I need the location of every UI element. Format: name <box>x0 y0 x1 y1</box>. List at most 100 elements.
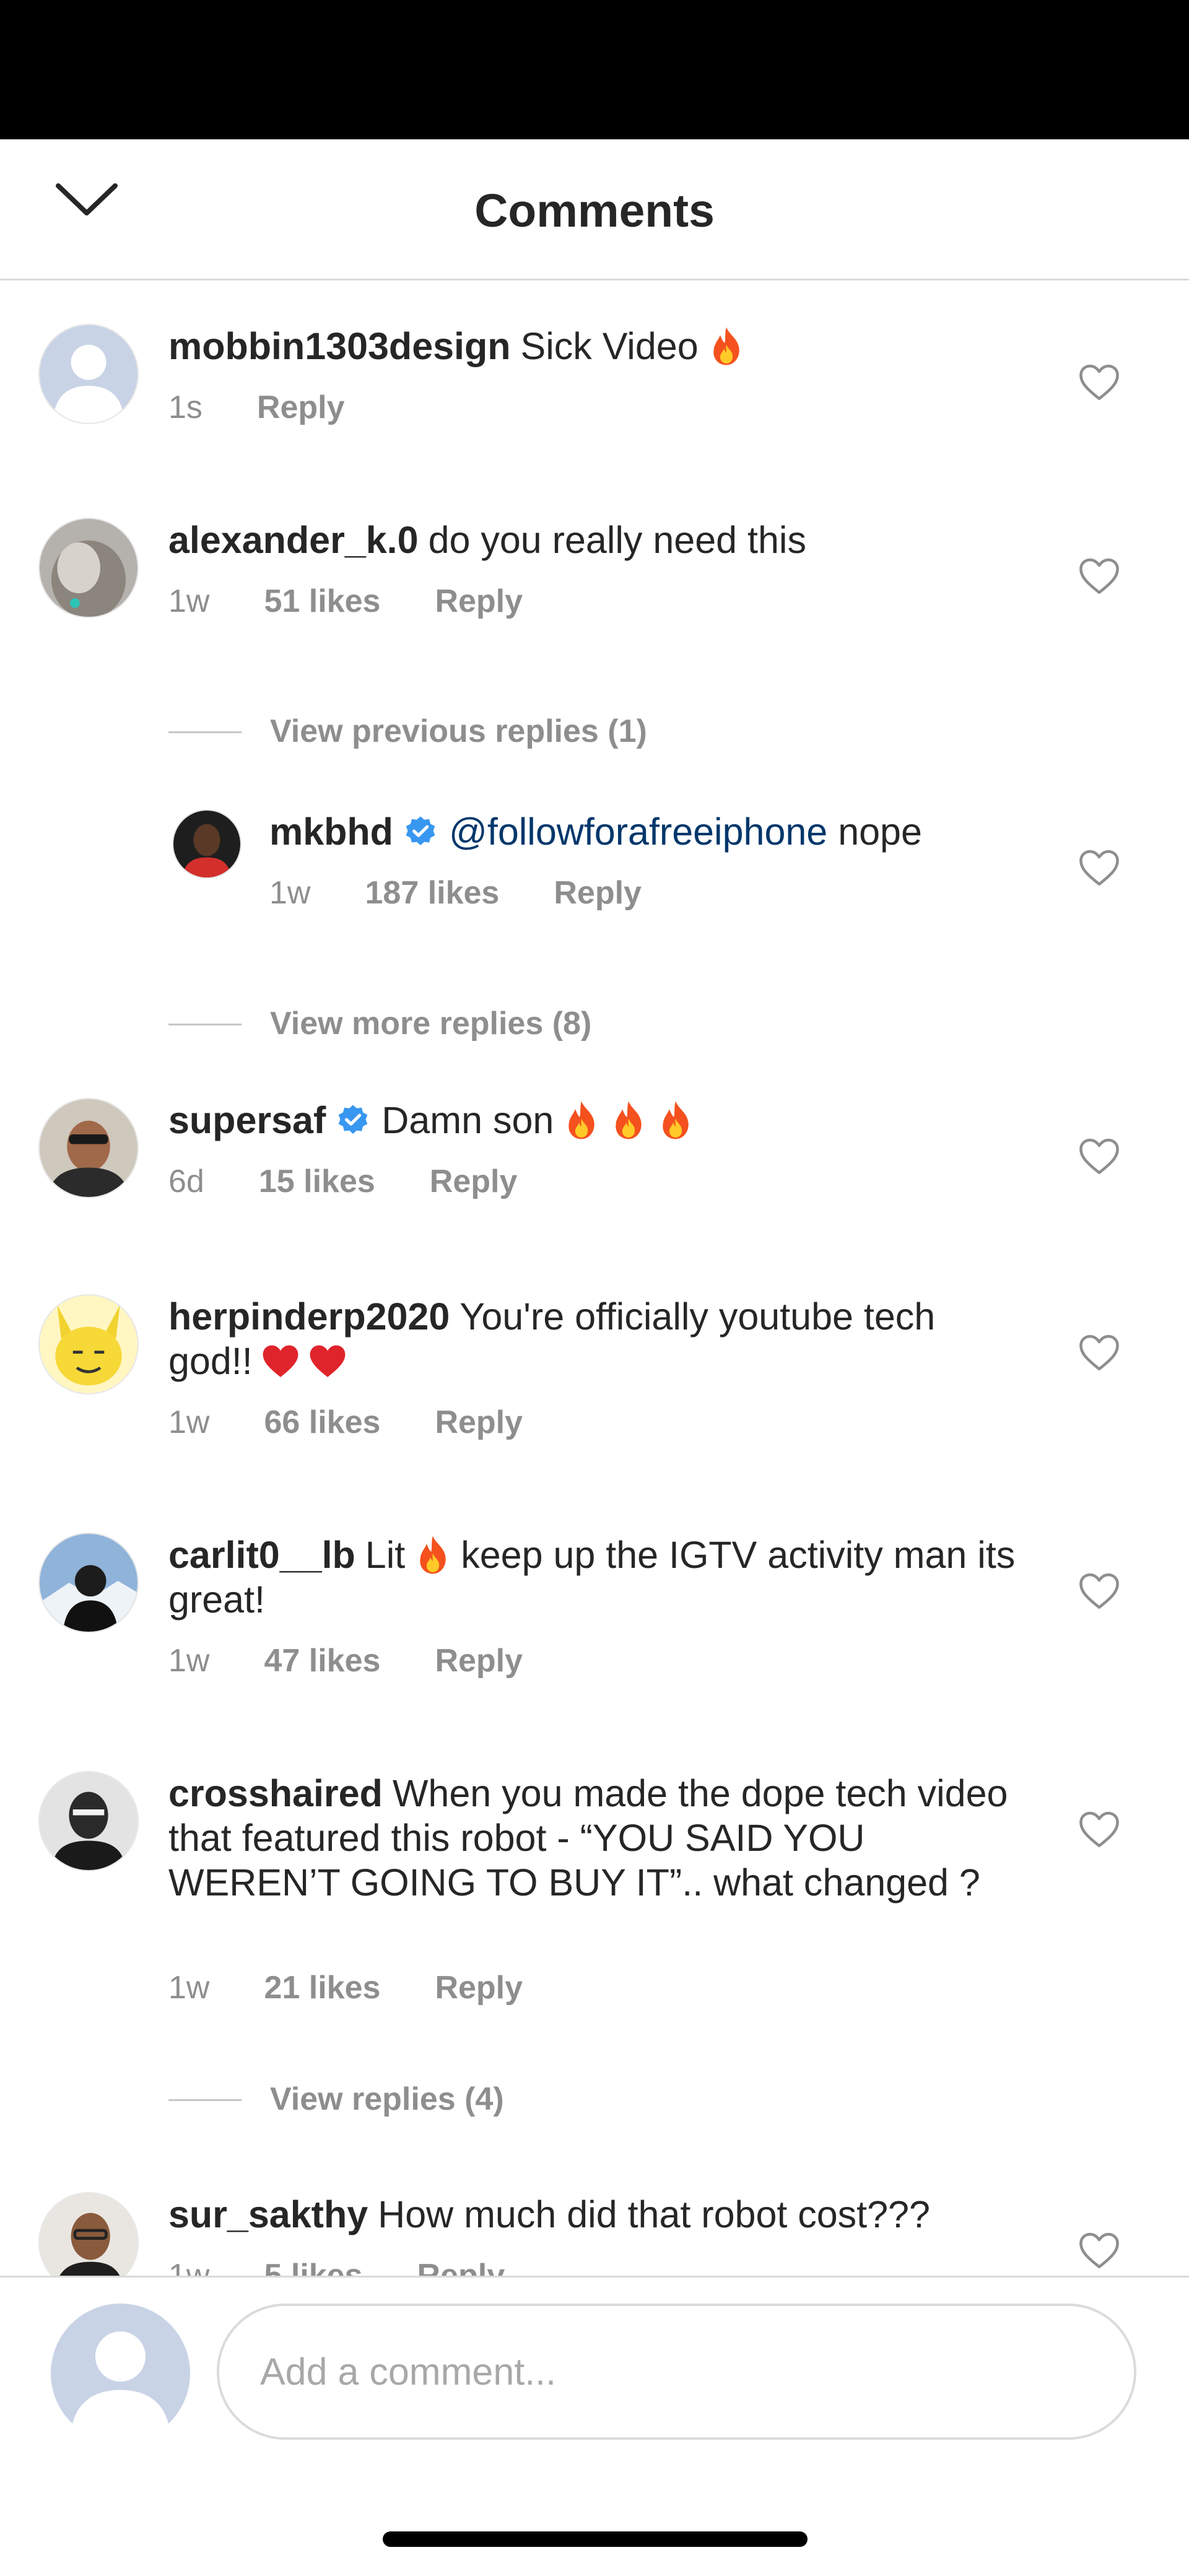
heart-outline-icon[interactable] <box>1078 1137 1121 1175</box>
avatar[interactable] <box>38 518 139 618</box>
heart-outline-icon[interactable] <box>1078 1810 1121 1848</box>
default-avatar-icon <box>51 2304 190 2443</box>
comment-likes[interactable]: 47 likes <box>264 1642 380 1679</box>
default-avatar-icon <box>40 325 137 423</box>
thread-divider <box>168 1024 242 1025</box>
comment-time: 1w <box>168 1404 210 1440</box>
mention-link[interactable]: @followforafreeiphone <box>449 811 827 853</box>
home-indicator[interactable] <box>383 2531 808 2547</box>
reply-button[interactable]: Reply <box>435 1969 523 2006</box>
view-previous-replies[interactable]: View previous replies (1) <box>168 713 726 750</box>
comment-username[interactable]: alexander_k.0 <box>168 519 419 561</box>
comment-meta: 1w 187 likes Reply <box>269 874 642 912</box>
user-photo <box>40 1534 137 1632</box>
status-bar <box>0 0 1189 139</box>
comment-meta: 1s Reply <box>168 389 345 426</box>
user-photo <box>40 519 137 617</box>
comment-meta: 1w 66 likes Reply <box>168 1404 523 1441</box>
comment-username[interactable]: crosshaired <box>168 1772 383 1814</box>
user-photo <box>40 1772 137 1870</box>
reply-button[interactable]: Reply <box>435 583 523 620</box>
view-more-replies[interactable]: View more replies (8) <box>168 1005 726 1042</box>
comment-body: do you really need this <box>428 519 806 561</box>
heart-outline-icon[interactable] <box>1078 2231 1121 2269</box>
comment-text: carlit0__lb Lit keep up the IGTV activity … <box>168 1533 1029 1622</box>
heart-outline-icon[interactable] <box>1078 848 1121 887</box>
comment-time: 1w <box>168 1970 210 2006</box>
verified-badge-icon <box>403 815 438 850</box>
comment-likes[interactable]: 51 likes <box>264 583 380 620</box>
comment-text: herpinderp2020 You're officially youtube … <box>168 1294 1029 1383</box>
page-title: Comments <box>474 185 715 237</box>
comment-meta: 1w 47 likes Reply <box>168 1642 523 1679</box>
reply-button[interactable]: Reply <box>257 389 345 426</box>
avatar[interactable] <box>38 1294 139 1395</box>
user-photo <box>40 1099 137 1197</box>
fire-emoji <box>562 1100 601 1141</box>
user-photo <box>40 2193 137 2276</box>
user-photo <box>40 1295 137 1393</box>
avatar[interactable] <box>38 1533 139 1633</box>
comment-body: Sick Video <box>520 325 699 367</box>
comment-body-start: Lit <box>365 1534 406 1576</box>
comment-username[interactable]: mkbhd <box>269 811 393 853</box>
comment-text: sur_sakthy How much did that robot cost??… <box>168 2192 1029 2237</box>
reply-button[interactable]: Reply <box>435 1642 523 1679</box>
user-photo <box>173 811 240 877</box>
reply-button[interactable]: Reply <box>417 2257 505 2276</box>
avatar <box>51 2304 190 2443</box>
avatar[interactable] <box>38 2192 139 2276</box>
red-heart-emoji <box>261 1341 300 1382</box>
fire-emoji <box>656 1100 695 1141</box>
comment-meta: 1w 5 likes Reply <box>168 2257 505 2276</box>
avatar[interactable] <box>38 324 139 424</box>
comment-meta: 1w 51 likes Reply <box>168 583 523 620</box>
view-replies[interactable]: View replies (4) <box>168 2081 726 2118</box>
comment-time: 1w <box>269 875 311 911</box>
comment-meta: 6d 15 likes Reply <box>168 1163 517 1200</box>
view-previous-replies-label: View previous replies (1) <box>270 713 647 749</box>
comment-likes[interactable]: 15 likes <box>259 1163 375 1200</box>
fire-emoji <box>609 1100 648 1141</box>
comment-body: Damn son <box>381 1099 554 1141</box>
fire-emoji <box>414 1534 452 1575</box>
reply-button[interactable]: Reply <box>435 1404 523 1441</box>
comment-time: 6d <box>168 1164 204 1199</box>
comment-meta: 1w 21 likes Reply <box>168 1969 523 2006</box>
comment-time: 1w <box>168 583 210 619</box>
heart-outline-icon[interactable] <box>1078 363 1121 401</box>
avatar[interactable] <box>38 1098 139 1198</box>
fire-emoji <box>707 326 746 367</box>
reply-button[interactable]: Reply <box>554 874 642 912</box>
comment-text: mkbhd @followforafreeiphone nope <box>269 809 1031 854</box>
comment-input[interactable] <box>217 2304 1136 2440</box>
comment-body: nope <box>838 811 922 853</box>
comment-text: crosshaired When you made the dope tech v… <box>168 1771 1029 1905</box>
comment-likes[interactable]: 66 likes <box>264 1404 380 1441</box>
reply-button[interactable]: Reply <box>430 1163 518 1200</box>
thread-divider <box>168 731 242 733</box>
thread-divider <box>168 2099 242 2101</box>
comment-text: mobbin1303design Sick Video <box>168 324 1029 368</box>
comment-text: alexander_k.0 do you really need this <box>168 518 1029 562</box>
comment-username[interactable]: supersaf <box>168 1099 326 1141</box>
comment-time: 1w <box>168 1643 210 1679</box>
comment-text: supersaf Damn son <box>168 1098 1029 1142</box>
comment-likes[interactable]: 21 likes <box>264 1969 380 2006</box>
comment-username[interactable]: herpinderp2020 <box>168 1295 450 1338</box>
heart-outline-icon[interactable] <box>1078 557 1121 595</box>
heart-outline-icon[interactable] <box>1078 1572 1121 1610</box>
comment-username[interactable]: mobbin1303design <box>168 325 511 367</box>
view-replies-label: View replies (4) <box>270 2081 504 2117</box>
avatar[interactable] <box>38 1771 139 1871</box>
comments-list[interactable]: mobbin1303design Sick Video 1s Reply alexa… <box>0 281 1189 2276</box>
comment-username[interactable]: sur_sakthy <box>168 2193 368 2235</box>
red-heart-emoji <box>308 1341 347 1382</box>
avatar[interactable] <box>172 809 242 879</box>
comment-username[interactable]: carlit0__lb <box>168 1534 355 1576</box>
comment-likes[interactable]: 5 likes <box>264 2257 362 2276</box>
comment-likes[interactable]: 187 likes <box>365 874 499 912</box>
heart-outline-icon[interactable] <box>1078 1333 1121 1372</box>
comment-time: 1s <box>168 389 203 425</box>
verified-badge-icon <box>336 1103 370 1138</box>
